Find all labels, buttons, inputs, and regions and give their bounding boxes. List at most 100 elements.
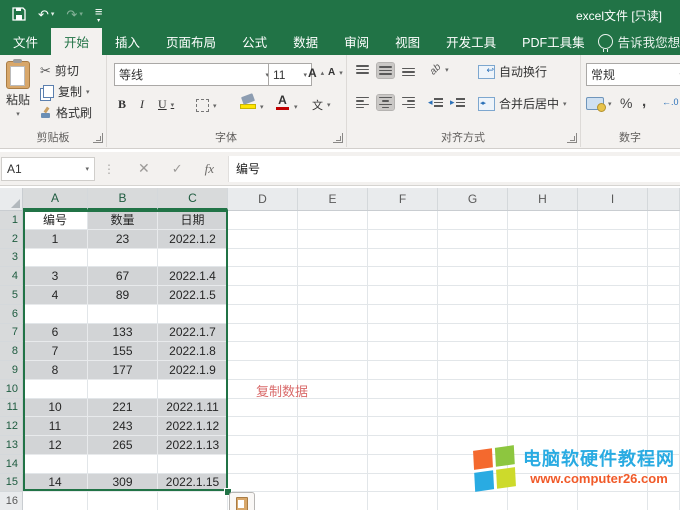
cell-E8[interactable] xyxy=(298,342,368,361)
cell-A9[interactable]: 8 xyxy=(23,361,88,380)
cell-I9[interactable] xyxy=(578,361,648,380)
cell-D11[interactable] xyxy=(228,399,298,418)
row-header-1[interactable]: 1 xyxy=(0,211,23,230)
cell-E9[interactable] xyxy=(298,361,368,380)
customize-qat-icon[interactable]: ≡▾ xyxy=(95,5,103,24)
cell-G3[interactable] xyxy=(438,249,508,268)
cell-B5[interactable]: 89 xyxy=(88,286,158,305)
row-header-11[interactable]: 11 xyxy=(0,399,23,418)
cell-G4[interactable] xyxy=(438,267,508,286)
row-header-15[interactable]: 15 xyxy=(0,474,23,493)
column-header-B[interactable]: B xyxy=(88,188,158,210)
cell-I11[interactable] xyxy=(578,399,648,418)
cell-H7[interactable] xyxy=(508,324,578,343)
tab-公式[interactable]: 公式 xyxy=(229,28,280,55)
cell-G12[interactable] xyxy=(438,417,508,436)
align-middle-icon[interactable] xyxy=(377,63,394,78)
cell-B9[interactable]: 177 xyxy=(88,361,158,380)
italic-button[interactable]: I xyxy=(140,97,144,112)
cell-B14[interactable] xyxy=(88,455,158,474)
merge-center-dropdown-arrow[interactable]: ▾ xyxy=(563,100,567,108)
row-header-13[interactable]: 13 xyxy=(0,436,23,455)
cell-H3[interactable] xyxy=(508,249,578,268)
tab-开始[interactable]: 开始 xyxy=(51,28,102,55)
column-header-partial[interactable] xyxy=(648,188,680,210)
cell-D3[interactable] xyxy=(228,249,298,268)
font-dialog-launcher-icon[interactable] xyxy=(333,133,343,143)
cell-B6[interactable] xyxy=(88,305,158,324)
cell-G7[interactable] xyxy=(438,324,508,343)
cell-partial-6[interactable] xyxy=(648,305,680,324)
cell-A7[interactable]: 6 xyxy=(23,324,88,343)
cell-H11[interactable] xyxy=(508,399,578,418)
cell-A11[interactable]: 10 xyxy=(23,399,88,418)
cell-F13[interactable] xyxy=(368,436,438,455)
number-format-select[interactable]: 常规 ▾ xyxy=(586,63,680,86)
cell-H6[interactable] xyxy=(508,305,578,324)
increase-indent-icon[interactable]: ▸ xyxy=(450,97,465,108)
cell-B12[interactable]: 243 xyxy=(88,417,158,436)
comma-style-button[interactable]: , xyxy=(642,93,646,110)
copy-dropdown-arrow[interactable]: ▾ xyxy=(86,88,90,96)
cell-C13[interactable]: 2022.1.13 xyxy=(158,436,228,455)
cell-partial-16[interactable] xyxy=(648,492,680,510)
cell-A2[interactable]: 1 xyxy=(23,230,88,249)
cell-A14[interactable] xyxy=(23,455,88,474)
cell-H2[interactable] xyxy=(508,230,578,249)
cell-D9[interactable] xyxy=(228,361,298,380)
column-header-C[interactable]: C xyxy=(158,188,228,210)
cell-partial-3[interactable] xyxy=(648,249,680,268)
accounting-format-button[interactable]: ▾ xyxy=(586,97,612,110)
cell-E5[interactable] xyxy=(298,286,368,305)
cell-E3[interactable] xyxy=(298,249,368,268)
tell-me[interactable]: 告诉我您想 xyxy=(598,28,680,55)
cell-F10[interactable] xyxy=(368,380,438,399)
cell-G10[interactable] xyxy=(438,380,508,399)
cell-H4[interactable] xyxy=(508,267,578,286)
cell-G16[interactable] xyxy=(438,492,508,510)
cell-C8[interactable]: 2022.1.8 xyxy=(158,342,228,361)
cell-partial-1[interactable] xyxy=(648,211,680,230)
cell-G5[interactable] xyxy=(438,286,508,305)
row-header-7[interactable]: 7 xyxy=(0,324,23,343)
row-header-4[interactable]: 4 xyxy=(0,267,23,286)
cell-E4[interactable] xyxy=(298,267,368,286)
paste-dropdown-arrow[interactable]: ▾ xyxy=(16,110,20,118)
cell-B16[interactable] xyxy=(88,492,158,510)
cell-partial-9[interactable] xyxy=(648,361,680,380)
cell-I2[interactable] xyxy=(578,230,648,249)
cell-B13[interactable]: 265 xyxy=(88,436,158,455)
cell-C7[interactable]: 2022.1.7 xyxy=(158,324,228,343)
select-all-corner[interactable] xyxy=(0,188,23,210)
cell-B3[interactable] xyxy=(88,249,158,268)
cell-partial-12[interactable] xyxy=(648,417,680,436)
cell-D15[interactable] xyxy=(228,474,298,493)
cell-C14[interactable] xyxy=(158,455,228,474)
cell-I12[interactable] xyxy=(578,417,648,436)
cell-F2[interactable] xyxy=(368,230,438,249)
cell-F16[interactable] xyxy=(368,492,438,510)
cell-D8[interactable] xyxy=(228,342,298,361)
decrease-font-size-button[interactable]: A▾ xyxy=(328,67,343,78)
row-header-6[interactable]: 6 xyxy=(0,305,23,324)
increase-font-size-button[interactable]: A▴ xyxy=(308,66,324,80)
font-size-select[interactable]: 11 ▾ xyxy=(268,63,312,86)
align-center-icon[interactable] xyxy=(377,95,394,110)
cell-B2[interactable]: 23 xyxy=(88,230,158,249)
cell-I6[interactable] xyxy=(578,305,648,324)
cell-B11[interactable]: 221 xyxy=(88,399,158,418)
cell-I1[interactable] xyxy=(578,211,648,230)
insert-function-icon[interactable]: fx xyxy=(205,161,214,177)
underline-button[interactable]: U▾ xyxy=(158,97,174,112)
cell-H12[interactable] xyxy=(508,417,578,436)
cell-B10[interactable] xyxy=(88,380,158,399)
format-painter-button[interactable]: 格式刷 xyxy=(40,104,92,121)
cell-partial-11[interactable] xyxy=(648,399,680,418)
column-header-F[interactable]: F xyxy=(368,188,438,210)
wrap-text-button[interactable]: 自动换行 xyxy=(478,63,547,80)
cell-C6[interactable] xyxy=(158,305,228,324)
cell-A6[interactable] xyxy=(23,305,88,324)
cell-F8[interactable] xyxy=(368,342,438,361)
cell-G1[interactable] xyxy=(438,211,508,230)
cell-H8[interactable] xyxy=(508,342,578,361)
